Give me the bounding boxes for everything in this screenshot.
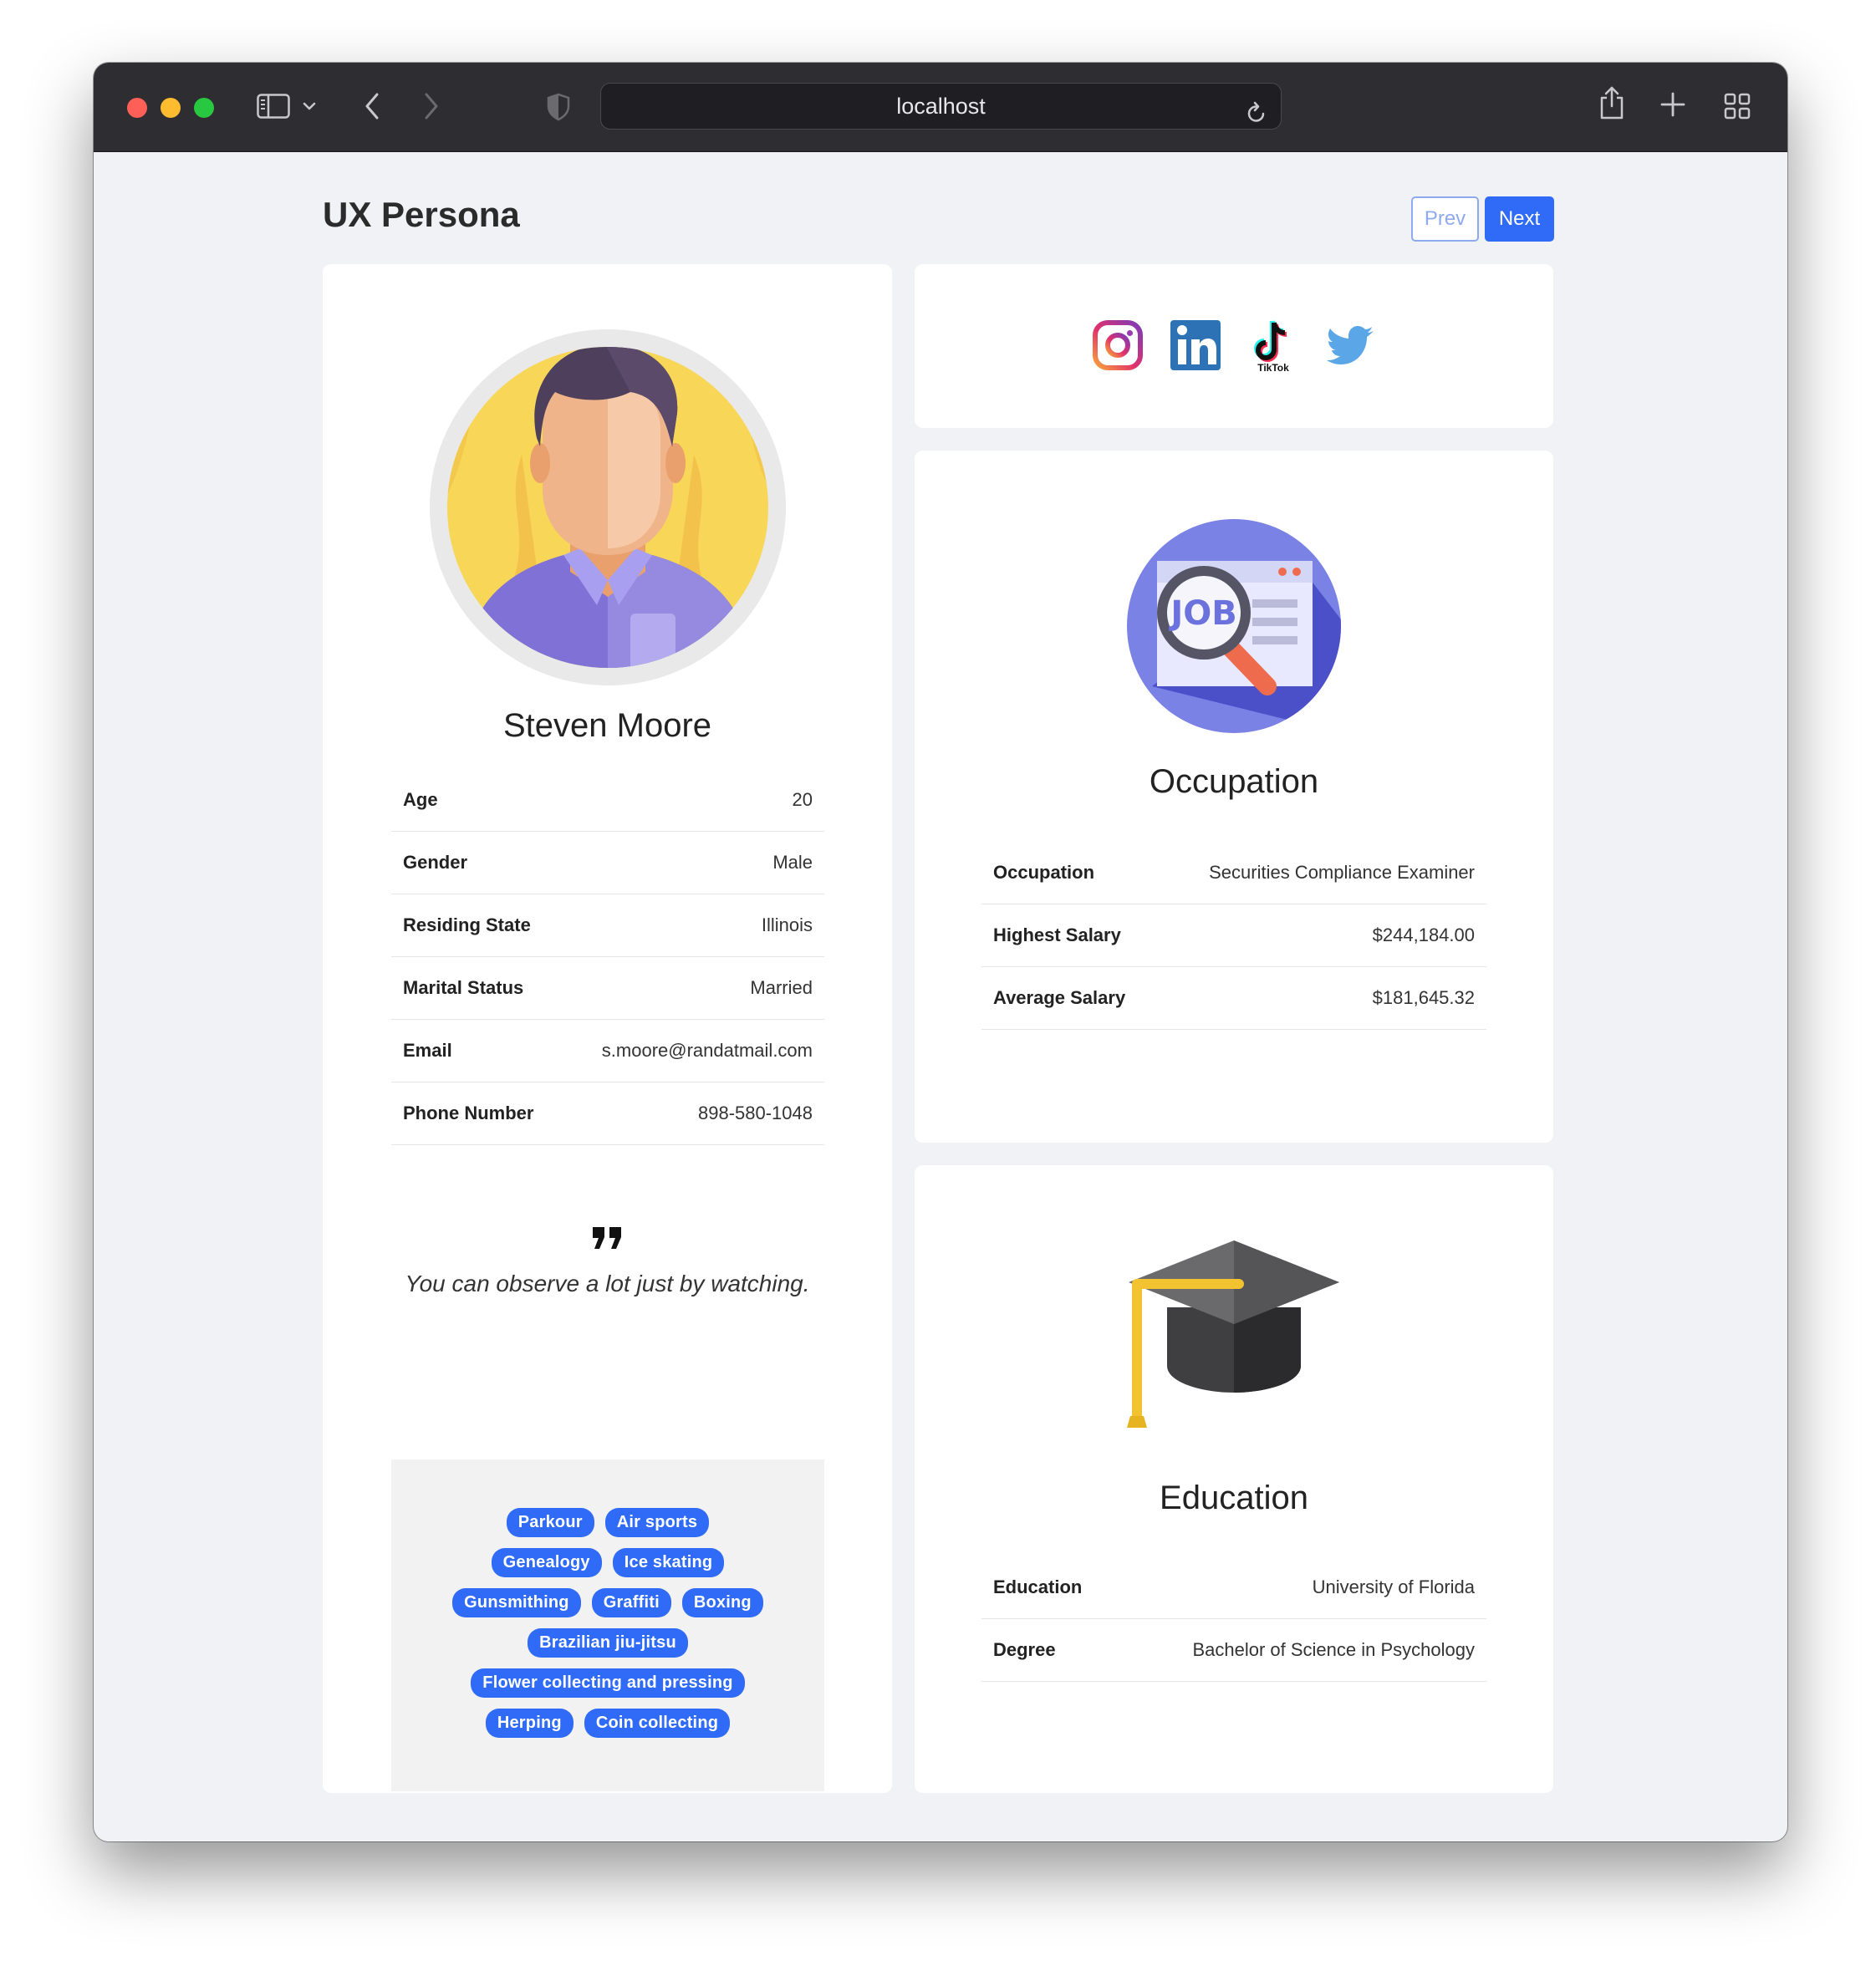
average-salary-row: Average Salary $181,645.32	[981, 967, 1486, 1030]
detail-row-email: Email s.moore@randatmail.com	[391, 1020, 824, 1082]
occupation-title: Occupation	[1149, 763, 1319, 800]
interest-tag: Brazilian jiu-jitsu	[528, 1628, 688, 1658]
twitter-icon[interactable]	[1325, 318, 1377, 373]
interests-panel: Parkour Air sports Genealogy Ice skating…	[391, 1459, 824, 1791]
back-arrow-icon[interactable]	[363, 91, 381, 121]
interest-tag: Graffiti	[591, 1588, 671, 1617]
detail-label: Age	[403, 789, 438, 810]
detail-label: Highest Salary	[993, 924, 1121, 945]
page-title: UX Persona	[323, 195, 520, 234]
graduation-cap-icon	[1127, 1240, 1341, 1435]
highest-salary-row: Highest Salary $244,184.00	[981, 904, 1486, 967]
interest-tag: Genealogy	[491, 1548, 602, 1577]
reload-icon[interactable]	[1246, 94, 1267, 140]
detail-label: Marital Status	[403, 977, 524, 998]
zoom-window-button[interactable]	[194, 98, 214, 118]
detail-label: Phone Number	[403, 1103, 534, 1123]
interest-row: Parkour Air sports	[391, 1508, 824, 1537]
detail-value: $244,184.00	[1372, 924, 1475, 945]
sidebar-toggle-icon[interactable]	[257, 94, 290, 119]
interest-tag: Parkour	[506, 1508, 594, 1537]
persona-quote: You can observe a lot just by watching.	[405, 1271, 810, 1296]
detail-value: Bachelor of Science in Psychology	[1192, 1639, 1475, 1660]
browser-toolbar: localhost	[94, 63, 1787, 152]
avatar	[430, 329, 786, 685]
linkedin-icon[interactable]	[1170, 318, 1221, 373]
interest-tag: Air sports	[604, 1508, 710, 1537]
detail-value: University of Florida	[1312, 1576, 1475, 1597]
new-tab-icon[interactable]	[1660, 92, 1685, 117]
detail-label: Email	[403, 1040, 452, 1061]
quote-icon	[323, 1225, 892, 1255]
detail-value: Male	[772, 852, 813, 873]
detail-value: Illinois	[761, 914, 813, 935]
detail-value: 898-580-1048	[697, 1103, 813, 1123]
detail-row-age: Age 20	[391, 769, 824, 832]
detail-row-gender: Gender Male	[391, 832, 824, 894]
detail-label: Degree	[993, 1639, 1056, 1660]
detail-value: $181,645.32	[1372, 987, 1475, 1008]
interest-row: Gunsmithing Graffiti Boxing	[391, 1588, 824, 1617]
detail-row-marital-status: Marital Status Married	[391, 957, 824, 1020]
tab-overview-icon[interactable]	[1724, 93, 1751, 120]
degree-row: Degree Bachelor of Science in Psychology	[981, 1619, 1486, 1682]
browser-window: localhost UX Persona Prev Next Steven Mo…	[94, 63, 1787, 1841]
interest-tag: Coin collecting	[584, 1709, 731, 1738]
persona-card: Steven Moore Age 20 Gender Male Residing…	[323, 264, 892, 1793]
education-row: Education University of Florida	[981, 1556, 1486, 1619]
detail-label: Gender	[403, 852, 468, 873]
minimize-window-button[interactable]	[161, 98, 181, 118]
education-card: Education Education University of Florid…	[915, 1165, 1553, 1793]
detail-value: Securities Compliance Examiner	[1209, 862, 1475, 883]
persona-name: Steven Moore	[502, 707, 712, 744]
detail-value: 20	[792, 789, 813, 810]
interest-tag: Flower collecting and pressing	[471, 1668, 745, 1698]
education-table: Education University of Florida Degree B…	[981, 1556, 1486, 1682]
detail-row-phone: Phone Number 898-580-1048	[391, 1082, 824, 1145]
interest-row: Genealogy Ice skating	[391, 1548, 824, 1577]
detail-row-state: Residing State Illinois	[391, 894, 824, 957]
tiktok-icon[interactable]: TikTok	[1247, 318, 1299, 374]
tiktok-caption: TikTok	[1257, 362, 1289, 373]
instagram-icon[interactable]	[1092, 318, 1144, 373]
occupation-table: Occupation Securities Compliance Examine…	[981, 842, 1486, 1030]
detail-label: Average Salary	[993, 987, 1126, 1008]
persona-details-table: Age 20 Gender Male Residing State Illino…	[391, 769, 824, 1145]
detail-value: s.moore@randatmail.com	[601, 1040, 813, 1061]
detail-label: Occupation	[993, 862, 1095, 883]
detail-label: Residing State	[403, 914, 531, 935]
interest-tag: Herping	[485, 1709, 574, 1738]
interest-tag: Ice skating	[612, 1548, 725, 1577]
job-illustration-text: JOB	[1168, 594, 1236, 633]
job-search-icon: JOB	[1127, 519, 1341, 737]
close-window-button[interactable]	[127, 98, 147, 118]
detail-value: Married	[750, 977, 813, 998]
social-links: TikTok	[915, 318, 1553, 374]
occupation-card: JOB Occupation Occupation Securities Com…	[915, 451, 1553, 1143]
interest-row: Herping Coin collecting	[391, 1709, 824, 1738]
interest-row: Brazilian jiu-jitsu	[391, 1628, 824, 1658]
url-text: localhost	[896, 94, 986, 119]
shield-icon[interactable]	[547, 93, 570, 121]
share-icon[interactable]	[1598, 85, 1625, 120]
prev-button[interactable]: Prev	[1411, 196, 1479, 242]
interest-row: Flower collecting and pressing	[391, 1668, 824, 1698]
forward-arrow-icon[interactable]	[422, 91, 441, 121]
social-card: TikTok	[915, 264, 1553, 428]
detail-label: Education	[993, 1576, 1083, 1597]
next-button[interactable]: Next	[1485, 196, 1554, 242]
occupation-row: Occupation Securities Compliance Examine…	[981, 842, 1486, 904]
address-bar[interactable]: localhost	[600, 83, 1282, 130]
interest-tag: Gunsmithing	[452, 1588, 581, 1617]
interest-tag: Boxing	[681, 1588, 763, 1617]
education-title: Education	[1160, 1480, 1308, 1516]
chevron-down-icon[interactable]	[302, 100, 317, 112]
